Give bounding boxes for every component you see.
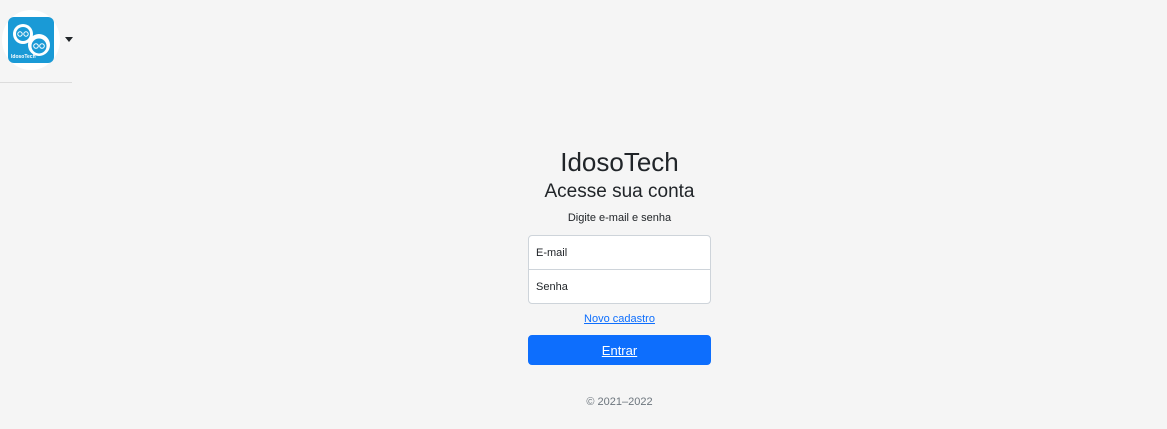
chevron-down-icon[interactable] bbox=[65, 37, 73, 42]
top-navbar: IdosoTech bbox=[0, 0, 73, 83]
logo-dropdown-toggle[interactable]: IdosoTech bbox=[2, 10, 60, 70]
login-instruction: Digite e-mail e senha bbox=[567, 212, 672, 224]
email-field[interactable] bbox=[528, 235, 711, 270]
logo-text: IdosoTech bbox=[11, 54, 36, 60]
register-link[interactable]: Novo cadastro bbox=[528, 311, 711, 327]
password-field[interactable] bbox=[528, 269, 711, 304]
page-subtitle: Acesse sua conta bbox=[544, 181, 695, 202]
app-logo: IdosoTech bbox=[8, 17, 54, 63]
page-title: IdosoTech bbox=[560, 147, 679, 177]
copyright-text: © 2021–2022 bbox=[586, 396, 653, 408]
login-button[interactable]: Entrar bbox=[528, 335, 711, 365]
